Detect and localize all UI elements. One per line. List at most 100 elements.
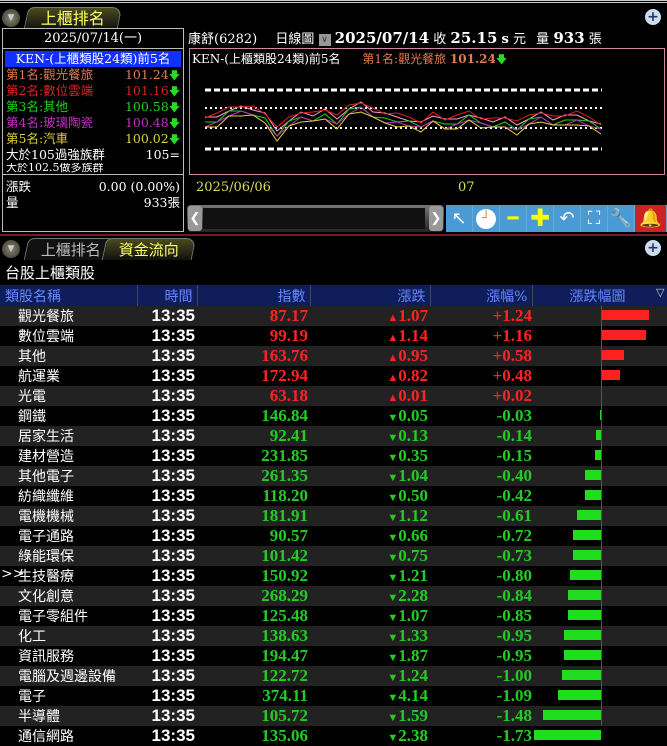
index-cell: 125.48 [261,606,308,625]
bar-cell [532,726,667,746]
table-row[interactable]: 化工 13:35 138.63 ▼1.33 -0.95 [0,626,667,646]
undo-button[interactable]: ↶ [554,205,581,232]
pct-cell: -0.73 [430,546,532,566]
col-chart-label: 漲跌幅圖 [569,288,626,305]
down-tick-icon: ▼ [387,572,399,584]
time-cell: 13:35 [151,566,195,585]
rank-item[interactable]: 第4名:玻璃陶瓷 100.48🡇 [3,115,183,131]
table-row[interactable]: 數位雲端 13:35 99.19 ▲1.14 +1.16 [0,326,667,346]
table-row[interactable]: 電子通路 13:35 90.57 ▼0.66 -0.72 [0,526,667,546]
table-row[interactable]: 資訊服務 13:35 194.47 ▼1.87 -0.95 [0,646,667,666]
sector-name-text: 數位雲端 [18,329,74,345]
time-cell: 13:35 [151,446,195,465]
rank-item[interactable]: 第1名:觀光餐旅 101.24🡇 [3,67,183,83]
change-bar [577,510,601,520]
sector-name-text: 建材營造 [18,449,74,465]
table-row[interactable]: 鋼鐵 13:35 146.84 ▼0.05 -0.03 [0,406,667,426]
time-cell: 13:35 [151,646,195,665]
table-row[interactable]: 其他 13:35 163.76 ▲0.95 +0.58 [0,346,667,366]
zoom-in-button[interactable]: ✚ [527,205,554,232]
settings-wrench-button[interactable]: 🔧 [608,205,635,232]
sector-name: 電子零組件 [0,606,137,626]
sector-name-text: 觀光餐旅 [18,309,74,325]
rank-item[interactable]: 第2名:數位雲端 101.16🡇 [3,83,183,99]
scroll-left-button[interactable]: ❮ [188,206,202,231]
col-time[interactable]: 時間 [137,285,198,306]
col-name[interactable]: 類股名稱 [0,285,138,306]
volume-label: 量 [6,195,19,210]
bull-label: 大於102.5做多族群 [6,163,104,174]
tab-fund-flow[interactable]: 資金流向 [101,238,197,260]
stock-name: 康舒(6282) [188,32,258,47]
rank-item[interactable]: 第3名:其他 100.58🡇 [3,99,183,115]
change-bar [563,650,601,660]
col-pct[interactable]: 漲幅% [430,285,533,306]
clock-button[interactable]: ┘ [473,205,500,232]
time-cell: 13:35 [137,666,197,686]
bar-cell [532,326,667,346]
table-row[interactable]: 半導體 13:35 105.72 ▼1.59 -1.48 [0,706,667,726]
change-value: 1.21 [398,566,428,585]
fit-screen-button[interactable]: ⛶ [581,205,608,232]
time-cell: 13:35 [137,346,197,366]
sector-name: >> 生技醫療 [0,566,137,586]
col-change[interactable]: 漲跌 [310,285,431,306]
table-row[interactable]: 紡織纖維 13:35 118.20 ▼0.50 -0.42 [0,486,667,506]
rank-label: 第1名:觀光餐旅 [6,67,94,82]
table-row[interactable]: 光電 13:35 63.18 ▲0.01 +0.02 [0,386,667,406]
col-index[interactable]: 指數 [197,285,311,306]
chart-header: 康舒(6282) 日線圖 ∨ 2025/07/14 收 25.15 s 元 量 … [188,28,628,48]
down-tick-icon: ▼ [387,492,399,504]
time-cell: 13:35 [137,506,197,526]
table-row[interactable]: 居家生活 13:35 92.41 ▼0.13 -0.14 [0,426,667,446]
table-row[interactable]: 綠能環保 13:35 101.42 ▼0.75 -0.73 [0,546,667,566]
volume-label: 量 [536,32,550,47]
zoom-out-button[interactable]: ━ [500,205,527,232]
table-row[interactable]: 通信網路 13:35 135.06 ▼2.38 -1.73 [0,726,667,746]
table-row[interactable]: 航運業 13:35 172.94 ▲0.82 +0.48 [0,366,667,386]
tab-otc-ranking[interactable]: 上櫃排名 [23,7,123,29]
table-row[interactable]: 電機機械 13:35 181.91 ▼1.12 -0.61 [0,506,667,526]
dropdown-icon[interactable]: ▼ [2,9,20,27]
sector-name: 化工 [0,626,137,646]
table-row[interactable]: 電子 13:35 374.11 ▼4.14 -1.09 [0,686,667,706]
change-label: 漲跌 [6,179,32,194]
change-cell: ▲1.14 [310,326,430,346]
time-cell: 13:35 [137,386,197,406]
change-value: 0.95 [398,346,428,365]
col-chart[interactable]: 漲跌幅圖 ▽ [532,285,667,306]
rank-item[interactable]: 第5名:汽車 100.02🡇 [3,131,183,147]
sector-name: 電子通路 [0,526,137,546]
change-value: 0.50 [398,486,428,505]
table-row[interactable]: 建材營造 13:35 231.85 ▼0.35 -0.15 [0,446,667,466]
zoom-in-icon[interactable]: + [645,9,661,25]
change-cell: ▼0.66 [310,526,430,546]
sector-name-text: 文化創意 [18,589,74,605]
period-label: 日線圖 [275,32,315,47]
dropdown-icon[interactable]: ▼ [2,240,20,258]
table-row[interactable]: 電子零組件 13:35 125.48 ▼1.07 -0.85 [0,606,667,626]
time-cell: 13:35 [151,326,195,345]
table-row[interactable]: >> 生技醫療 13:35 150.92 ▼1.21 -0.80 [0,566,667,586]
bar-cell [532,666,667,686]
volume-unit: 張 [588,32,602,47]
table-row[interactable]: 文化創意 13:35 268.29 ▼2.28 -0.84 [0,586,667,606]
zoom-in-icon[interactable]: + [645,240,661,256]
alert-bell-button[interactable]: 🔔 [635,205,667,232]
scroll-right-button[interactable]: ❯ [429,206,443,231]
sector-name: 紡織纖維 [0,486,137,506]
sector-name-text: 電子零組件 [18,609,88,625]
table-row[interactable]: 觀光餐旅 13:35 87.17 ▲1.07 +1.24 [0,306,667,326]
table-row[interactable]: 其他電子 13:35 261.35 ▼1.04 -0.40 [0,466,667,486]
table-row[interactable]: 電腦及週邊設備 13:35 122.72 ▼1.24 -1.00 [0,666,667,686]
sector-name: 其他 [0,346,137,366]
chart-scrollbar[interactable]: ❮ ❯ [187,205,444,232]
scroll-track[interactable] [203,208,425,229]
index-cell: 163.76 [197,346,310,366]
period-dropdown[interactable]: ∨ [318,33,331,46]
pointer-button[interactable]: ↖ [446,205,473,232]
pct-cell: -0.14 [430,426,532,446]
sort-icon[interactable]: ▽ [656,286,664,299]
change-value: 2.38 [398,726,428,745]
sector-name-text: 鋼鐵 [18,409,46,425]
